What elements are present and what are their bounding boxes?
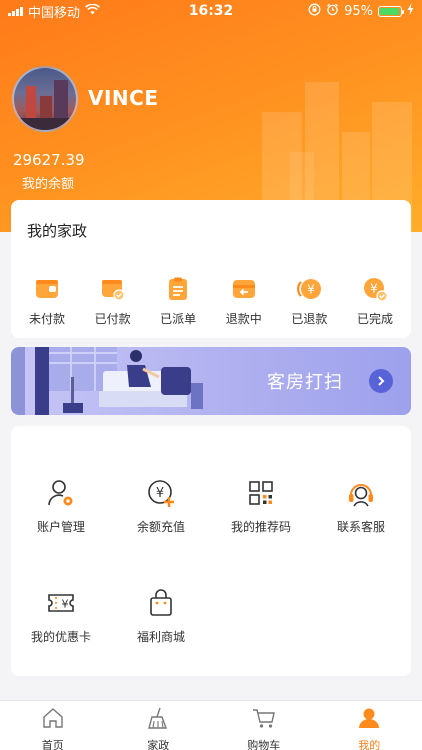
room-cleaning-banner[interactable]: 客房打扫 <box>11 347 411 415</box>
chevron-right-icon[interactable] <box>369 369 393 393</box>
charging-icon <box>407 3 414 19</box>
tool-label: 账户管理 <box>36 520 85 534</box>
broom-icon <box>146 707 170 733</box>
signal-icon <box>8 6 23 16</box>
wifi-icon <box>85 3 100 19</box>
refund-icon <box>231 276 257 302</box>
rotation-lock-icon <box>308 3 321 20</box>
battery-icon <box>378 5 404 17</box>
status-refunding[interactable]: 退款中 <box>212 276 276 327</box>
tab-label: 购物车 <box>247 739 281 750</box>
tool-label: 福利商城 <box>136 630 185 644</box>
profile-icon <box>357 707 381 733</box>
banner-title: 客房打扫 <box>267 372 343 393</box>
coupon-icon: ¥ <box>46 588 76 618</box>
tool-customer-service[interactable]: 联系客服 <box>311 478 411 535</box>
tab-label: 我的 <box>358 739 381 750</box>
shopping-bag-icon <box>146 588 176 618</box>
headset-icon <box>346 478 376 508</box>
status-label: 已完成 <box>356 312 393 326</box>
status-label: 已退款 <box>291 312 328 326</box>
tab-label: 首页 <box>41 739 64 750</box>
tab-cart[interactable]: 购物车 <box>211 701 316 750</box>
refunded-icon: ¥ <box>296 276 322 302</box>
balance-label: 我的余额 <box>22 177 75 192</box>
tool-label: 我的优惠卡 <box>30 630 91 644</box>
alarm-icon <box>326 3 339 20</box>
order-status-row: 未付款 已付款 已派单 退款中 ¥ 已退款 ¥ 已完成 <box>11 276 411 327</box>
status-refunded[interactable]: ¥ 已退款 <box>277 276 341 327</box>
profile-header: 中国移动 16:32 95% VINCE 29627.39 我的余额 <box>0 0 422 232</box>
carrier-name: 中国移动 <box>28 5 81 21</box>
completed-icon: ¥ <box>362 276 388 302</box>
status-bar: 中国移动 16:32 95% <box>0 0 422 22</box>
username: VINCE <box>88 86 159 110</box>
tool-account-management[interactable]: 账户管理 <box>11 478 111 535</box>
status-unpaid[interactable]: 未付款 <box>15 276 79 327</box>
tab-profile[interactable]: 我的 <box>317 701 422 750</box>
tool-coupon-card[interactable]: ¥ 我的优惠卡 <box>11 588 111 645</box>
tab-home[interactable]: 首页 <box>0 701 105 750</box>
battery-percent: 95% <box>344 3 373 19</box>
status-paid[interactable]: 已付款 <box>81 276 145 327</box>
status-label: 未付款 <box>28 312 65 326</box>
qrcode-icon <box>246 478 276 508</box>
cart-icon <box>252 707 276 733</box>
status-completed[interactable]: ¥ 已完成 <box>343 276 407 327</box>
clipboard-icon <box>165 276 191 302</box>
tool-referral-code[interactable]: 我的推荐码 <box>211 478 311 535</box>
svg-text:¥: ¥ <box>156 486 164 501</box>
svg-text:¥: ¥ <box>62 598 69 611</box>
avatar[interactable] <box>12 66 78 132</box>
status-label: 已付款 <box>94 312 131 326</box>
home-icon <box>41 707 65 733</box>
cleaning-illustration <box>11 347 203 415</box>
housekeeping-title: 我的家政 <box>27 222 88 240</box>
balance-value: 29627.39 <box>13 151 85 169</box>
status-time: 16:32 <box>188 3 234 19</box>
tab-label: 家政 <box>147 739 170 750</box>
tool-balance-recharge[interactable]: ¥ 余额充值 <box>111 478 211 535</box>
tool-label: 联系客服 <box>336 520 385 534</box>
tool-welfare-mall[interactable]: 福利商城 <box>111 588 211 645</box>
status-label: 退款中 <box>225 312 262 326</box>
svg-text:¥: ¥ <box>370 282 378 296</box>
housekeeping-card: 我的家政 未付款 已付款 已派单 退款中 ¥ 已退款 ¥ 已完成 <box>11 200 411 338</box>
tab-bar: 首页 家政 购物车 我的 <box>0 700 422 750</box>
svg-text:¥: ¥ <box>308 283 316 297</box>
tab-housekeeping[interactable]: 家政 <box>106 701 211 750</box>
recharge-icon: ¥ <box>146 478 176 508</box>
tool-label: 余额充值 <box>136 520 185 534</box>
status-label: 已派单 <box>160 312 197 326</box>
user-settings-icon <box>46 478 76 508</box>
wallet-paid-icon <box>100 276 126 302</box>
tool-label: 我的推荐码 <box>230 520 291 534</box>
status-dispatched[interactable]: 已派单 <box>146 276 210 327</box>
tools-card: 账户管理 ¥ 余额充值 我的推荐码 联系客服 ¥ 我的优惠卡 福利商城 <box>11 426 411 676</box>
wallet-icon <box>34 276 60 302</box>
